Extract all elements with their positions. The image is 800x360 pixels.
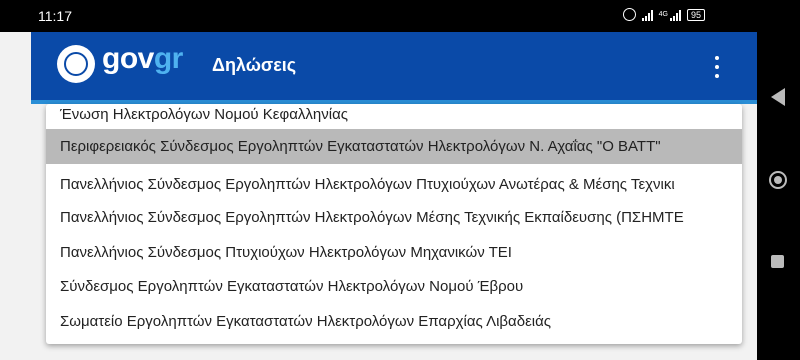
nav-home-icon[interactable] (769, 171, 787, 189)
battery-icon: 95 (686, 8, 705, 21)
nav-recents-icon[interactable] (771, 255, 784, 268)
alarm-icon (622, 8, 636, 21)
signal-icon-2 (669, 9, 681, 21)
dropdown-option[interactable]: Σύνδεσμος Εργοληπτών Εγκαταστατών Ηλεκτρ… (46, 272, 742, 301)
dropdown-option[interactable]: Πανελλήνιος Σύνδεσμος Εργοληπτών Ηλεκτρο… (46, 170, 742, 199)
dropdown-options-list[interactable]: Ένωση Ηλεκτρολόγων Νομού Κεφαλληνίας Περ… (46, 104, 742, 344)
system-nav-bar (757, 0, 800, 360)
nav-back-icon[interactable] (771, 88, 785, 106)
status-bar: 11:17 4G 95 (0, 0, 757, 32)
dropdown-option-selected[interactable]: Περιφερειακός Σύνδεσμος Εργοληπτών Εγκατ… (46, 129, 742, 164)
status-time: 11:17 (38, 8, 72, 24)
network-type-label: 4G (658, 11, 668, 18)
app-screen: 11:17 4G 95 govgr Δηλώσεις Ένωση Ηλεκτρο… (0, 0, 757, 360)
page-title: Δηλώσεις (212, 55, 297, 75)
govgr-logo[interactable]: govgr (102, 42, 183, 76)
status-icons: 4G 95 (622, 8, 705, 21)
brand-prefix: gov (102, 42, 154, 75)
dropdown-option[interactable]: Σωματείο Εργοληπτών Εγκαταστατών Ηλεκτρο… (46, 307, 742, 336)
dropdown-option[interactable]: Ένωση Ηλεκτρολόγων Νομού Κεφαλληνίας (46, 104, 742, 129)
more-vert-icon[interactable] (712, 56, 722, 78)
dropdown-option[interactable]: Πανελλήνιος Σύνδεσμος Πτυχιούχων Ηλεκτρο… (46, 238, 742, 267)
brand-suffix: gr (153, 42, 184, 75)
dropdown-option[interactable]: Πανελλήνιος Σύνδεσμος Εργοληπτών Ηλεκτρο… (46, 203, 742, 232)
signal-icon (641, 9, 653, 21)
greek-emblem-icon (57, 45, 95, 83)
